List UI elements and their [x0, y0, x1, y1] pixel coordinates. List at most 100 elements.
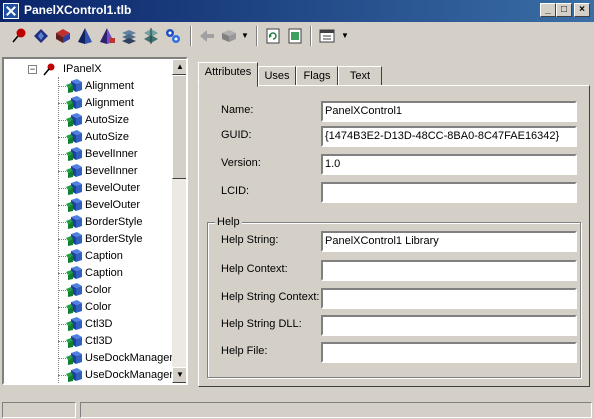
diamond-icon[interactable]	[32, 27, 50, 45]
toolbar-separator	[256, 26, 258, 46]
property-cube-icon	[66, 96, 82, 110]
chevron-down-icon[interactable]: ▼	[341, 31, 349, 40]
maximize-button[interactable]: □	[556, 3, 572, 17]
view-options-icon[interactable]	[318, 27, 336, 45]
name-field[interactable]: PanelXControl1	[321, 101, 577, 122]
tree-content: − IPanelX Alignment Alignment AutoSize Auto…	[4, 59, 172, 383]
box-icon[interactable]	[220, 27, 238, 45]
help-string-field[interactable]: PanelXControl1 Library	[321, 231, 577, 252]
tree-root-label: IPanelX	[63, 63, 102, 75]
tree-item[interactable]: Caption	[58, 265, 172, 282]
tree-connector	[58, 358, 66, 359]
scroll-down-button[interactable]: ▼	[172, 367, 186, 383]
toolbar-separator	[190, 26, 192, 46]
lcid-field[interactable]	[321, 182, 577, 203]
tree-item[interactable]: Ctl3D	[58, 316, 172, 333]
back-arrow-icon[interactable]	[198, 27, 216, 45]
tree-item-label: AutoSize	[85, 114, 130, 126]
tree-item-label: BevelOuter	[85, 182, 141, 194]
app-icon	[3, 3, 19, 19]
tree-item-label: Caption	[85, 250, 123, 262]
property-cube-icon	[66, 300, 82, 314]
help-file-row: Help File:	[221, 342, 594, 363]
refresh-icon[interactable]	[264, 27, 282, 45]
guid-row: GUID: {1474B3E2-D13D-48CC-8BA0-8C47FAE16…	[221, 126, 594, 147]
type-library-tree[interactable]: − IPanelX Alignment Alignment AutoSize Auto…	[2, 57, 188, 385]
tree-item[interactable]: UseDockManager	[58, 367, 172, 383]
chevron-down-icon[interactable]: ▼	[241, 31, 249, 40]
tree-item-label: BorderStyle	[85, 216, 143, 228]
tab-flags[interactable]: Flags	[296, 66, 338, 86]
tree-item[interactable]: Ctl3D	[58, 333, 172, 350]
tree-connector	[58, 171, 66, 172]
tab-text[interactable]: Text	[338, 66, 382, 86]
tree-item[interactable]: Caption	[58, 248, 172, 265]
tree-connector	[58, 341, 66, 342]
help-string-context-field[interactable]	[321, 288, 577, 309]
version-field[interactable]: 1.0	[321, 154, 577, 175]
tree-item[interactable]: AutoSize	[58, 129, 172, 146]
tree-item[interactable]: UseDockManager	[58, 350, 172, 367]
tab-uses[interactable]: Uses	[258, 66, 296, 86]
property-cube-icon	[66, 317, 82, 331]
name-row: Name: PanelXControl1	[221, 101, 594, 122]
tree-connector	[58, 324, 66, 325]
tree-item-label: BevelInner	[85, 165, 138, 177]
scroll-thumb[interactable]	[172, 75, 186, 179]
interface-pin-icon	[43, 63, 55, 76]
tree-connector	[58, 86, 66, 87]
tree-item[interactable]: Alignment	[58, 95, 172, 112]
tree-item[interactable]: Color	[58, 282, 172, 299]
tree-connector	[58, 307, 66, 308]
help-context-row: Help Context:	[221, 260, 594, 281]
tree-connector	[58, 273, 66, 274]
close-button[interactable]: ×	[574, 3, 590, 17]
tree-item[interactable]: BorderStyle	[58, 231, 172, 248]
tree-item[interactable]: BevelOuter	[58, 197, 172, 214]
lcid-row: LCID:	[221, 182, 594, 203]
tree-item-label: BevelInner	[85, 148, 138, 160]
tree-item-label: UseDockManager	[85, 369, 172, 381]
gears-icon[interactable]	[164, 27, 182, 45]
help-context-field[interactable]	[321, 260, 577, 281]
document-icon[interactable]	[286, 27, 304, 45]
tree-item[interactable]: BevelOuter	[58, 180, 172, 197]
pane-splitter[interactable]	[190, 55, 194, 388]
help-string-dll-field[interactable]	[321, 315, 577, 336]
pyramid-icon[interactable]	[76, 27, 94, 45]
property-cube-icon	[66, 147, 82, 161]
property-cube-icon	[66, 79, 82, 93]
tree-item[interactable]: Color	[58, 299, 172, 316]
tab-attributes[interactable]: Attributes	[198, 62, 258, 87]
scroll-up-button[interactable]: ▲	[172, 59, 186, 75]
tree-item-label: Ctl3D	[85, 318, 113, 330]
collapse-icon[interactable]: −	[28, 65, 37, 74]
tree-item[interactable]: BorderStyle	[58, 214, 172, 231]
property-cube-icon	[66, 215, 82, 229]
guid-label: GUID:	[221, 129, 252, 141]
tree-item[interactable]: BevelInner	[58, 146, 172, 163]
tree-scrollbar[interactable]: ▲ ▼	[172, 59, 186, 383]
layers-icon[interactable]	[120, 27, 138, 45]
guid-field[interactable]: {1474B3E2-D13D-48CC-8BA0-8C47FAE16342}	[321, 126, 577, 147]
tree-connector	[58, 103, 66, 104]
attributes-page: Name: PanelXControl1 GUID: {1474B3E2-D13…	[198, 85, 590, 387]
tree-item[interactable]: AutoSize	[58, 112, 172, 129]
pin-icon[interactable]	[10, 27, 28, 45]
cross-layers-icon[interactable]	[142, 27, 160, 45]
pyramid-alt-icon[interactable]	[98, 27, 116, 45]
property-cube-icon	[66, 249, 82, 263]
help-string-row: Help String: PanelXControl1 Library	[221, 231, 594, 252]
cube-module-icon[interactable]	[54, 27, 72, 45]
property-cube-icon	[66, 181, 82, 195]
title-bar[interactable]: PanelXControl1.tlb _ □ ×	[0, 0, 594, 22]
tree-item[interactable]: BevelInner	[58, 163, 172, 180]
tab-strip: Attributes Uses Flags Text	[198, 62, 590, 87]
minimize-button[interactable]: _	[540, 3, 556, 17]
help-context-label: Help Context:	[221, 263, 288, 275]
toolbar-separator	[310, 26, 312, 46]
help-file-field[interactable]	[321, 342, 577, 363]
lcid-label: LCID:	[221, 185, 250, 197]
tree-item[interactable]: Alignment	[58, 78, 172, 95]
tree-connector	[58, 375, 66, 376]
